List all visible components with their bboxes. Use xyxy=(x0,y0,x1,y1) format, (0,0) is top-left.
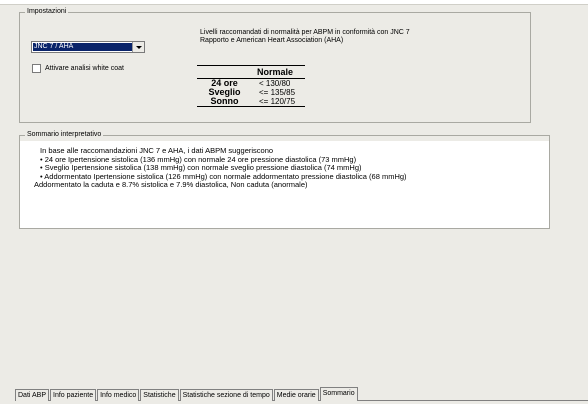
tab-medie-orarie[interactable]: Medie orarie xyxy=(273,389,319,401)
row-value: < 130/80 xyxy=(259,79,291,88)
white-coat-label: Attivare analisi white coat xyxy=(45,65,124,72)
tab-dati-abp[interactable]: Dati ABP xyxy=(15,389,50,401)
tab-info-medico[interactable]: Info medico xyxy=(97,389,140,401)
normal-values-table: Normale 24 ore < 130/80 Sveglio <= 135/8… xyxy=(197,65,305,107)
row-label: Sonno xyxy=(210,96,239,106)
tab-statistiche[interactable]: Statistiche xyxy=(140,389,179,401)
chevron-down-icon xyxy=(135,45,142,49)
white-coat-checkbox[interactable] xyxy=(32,64,41,73)
white-coat-option[interactable]: Attivare analisi white coat xyxy=(32,64,124,73)
interpretive-summary-group: Sommario interpretativo In base alle rac… xyxy=(19,130,550,229)
settings-group: Impostazioni JNC 7 / AHA Attivare analis… xyxy=(19,7,531,123)
reference-info: Livelli raccomandati di normalità per AB… xyxy=(200,29,460,45)
normal-table-header: Normale xyxy=(197,65,305,79)
window-top-edge xyxy=(0,0,588,5)
summary-line: Addormentato la caduta e 8.7% sistolica … xyxy=(34,180,308,190)
standard-select[interactable]: JNC 7 / AHA xyxy=(31,41,145,53)
summary-text: In base alle raccomandazioni JNC 7 e AHA… xyxy=(34,146,407,190)
tab-strip: Dati ABP Info paziente Info medico Stati… xyxy=(15,387,359,401)
reference-info-line: Livelli raccomandati di normalità per AB… xyxy=(200,29,410,36)
normal-column-header: Normale xyxy=(257,67,294,77)
tab-sommario[interactable]: Sommario xyxy=(319,387,358,401)
row-value: <= 120/75 xyxy=(259,97,296,106)
tab-info-paziente[interactable]: Info paziente xyxy=(50,389,97,401)
reference-info-line: Rapporto e American Heart Association (A… xyxy=(200,37,344,44)
tab-statistiche-sezione-di-tempo[interactable]: Statistiche sezione di tempo xyxy=(179,389,273,401)
dropdown-button[interactable] xyxy=(132,42,144,52)
summary-legend: Sommario interpretativo xyxy=(25,130,104,140)
settings-legend: Impostazioni xyxy=(25,7,69,17)
row-value: <= 135/85 xyxy=(259,88,296,97)
standard-select-value: JNC 7 / AHA xyxy=(33,43,132,51)
table-row: Sonno <= 120/75 xyxy=(197,97,305,107)
